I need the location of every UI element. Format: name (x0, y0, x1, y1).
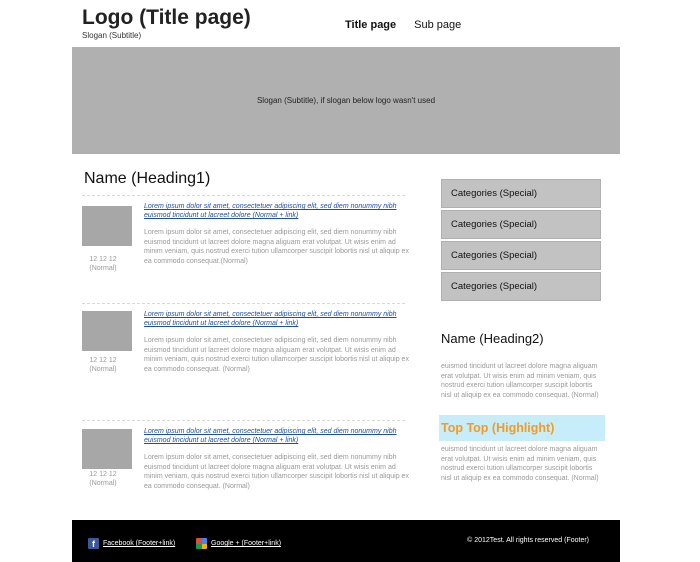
article-text: Lorem ipsum dolor sit amet, consectetuer… (144, 427, 409, 491)
article-date-value: 12 12 12 (89, 256, 117, 263)
article-date-value: 12 12 12 (89, 357, 117, 364)
banner: Slogan (Subtitle), if slogan below logo … (72, 47, 620, 154)
facebook-link[interactable]: f Facebook (Footer+link) (88, 538, 175, 549)
facebook-icon: f (88, 538, 99, 549)
sidebar-text: euismod tincidunt ut lacreet dolore magn… (441, 446, 599, 482)
article-thumbnail[interactable] (82, 206, 132, 246)
article-date: 12 12 12 (Normal) (82, 255, 124, 273)
main-nav: Title page Sub page (345, 19, 461, 31)
copyright-text: © 2012Test. All rights reserved (Footer) (467, 537, 589, 544)
google-plus-icon (196, 538, 207, 549)
category-item[interactable]: Categories (Special) (441, 241, 601, 270)
category-item[interactable]: Categories (Special) (441, 179, 601, 208)
article-body: Lorem ipsum dolor sit amet, consectetuer… (144, 337, 409, 373)
article-item: 12 12 12 (Normal) Lorem ipsum dolor sit … (82, 195, 409, 304)
category-list: Categories (Special) Categories (Special… (441, 179, 603, 303)
category-item[interactable]: Categories (Special) (441, 272, 601, 301)
sidebar-heading: Name (Heading2) (441, 331, 544, 346)
article-body: Lorem ipsum dolor sit amet, consectetuer… (144, 229, 409, 265)
article-date-style: (Normal) (89, 366, 117, 373)
article-item: 12 12 12 (Normal) Lorem ipsum dolor sit … (82, 303, 409, 421)
site-header: Logo (Title page) Slogan (Subtitle) (82, 6, 251, 40)
google-plus-link-label[interactable]: Google + (Footer+link) (211, 540, 281, 547)
google-plus-link[interactable]: Google + (Footer+link) (196, 538, 281, 549)
article-text: Lorem ipsum dolor sit amet, consectetuer… (144, 310, 409, 374)
article-body: Lorem ipsum dolor sit amet, consectetuer… (144, 454, 409, 490)
facebook-link-label[interactable]: Facebook (Footer+link) (103, 540, 175, 547)
highlight-box: Top Top (Highlight) (439, 415, 605, 441)
logo-subtitle: Slogan (Subtitle) (82, 31, 142, 40)
article-link[interactable]: Lorem ipsum dolor sit amet, consectetuer… (144, 427, 409, 445)
article-date-value: 12 12 12 (89, 471, 117, 478)
article-link[interactable]: Lorem ipsum dolor sit amet, consectetuer… (144, 202, 409, 220)
article-link[interactable]: Lorem ipsum dolor sit amet, consectetuer… (144, 310, 409, 328)
article-date: 12 12 12 (Normal) (82, 470, 124, 488)
nav-item-title-page[interactable]: Title page (345, 19, 396, 31)
banner-slogan: Slogan (Subtitle), if slogan below logo … (256, 96, 436, 105)
article-date-style: (Normal) (89, 480, 117, 487)
highlight-text: Top Top (Highlight) (441, 421, 555, 435)
logo-title[interactable]: Logo (Title page) (82, 6, 251, 30)
site-footer: f Facebook (Footer+link) Google + (Foote… (72, 520, 620, 562)
article-date-style: (Normal) (89, 265, 117, 272)
nav-item-sub-page[interactable]: Sub page (414, 19, 461, 31)
article-text: Lorem ipsum dolor sit amet, consectetuer… (144, 202, 409, 266)
category-item[interactable]: Categories (Special) (441, 210, 601, 239)
article-date: 12 12 12 (Normal) (82, 356, 124, 374)
sidebar-text: euismod tincidunt ut lacreet dolore magn… (441, 363, 599, 399)
article-item: 12 12 12 (Normal) Lorem ipsum dolor sit … (82, 420, 409, 516)
article-thumbnail[interactable] (82, 311, 132, 351)
article-thumbnail[interactable] (82, 429, 132, 469)
page-heading: Name (Heading1) (84, 170, 211, 187)
